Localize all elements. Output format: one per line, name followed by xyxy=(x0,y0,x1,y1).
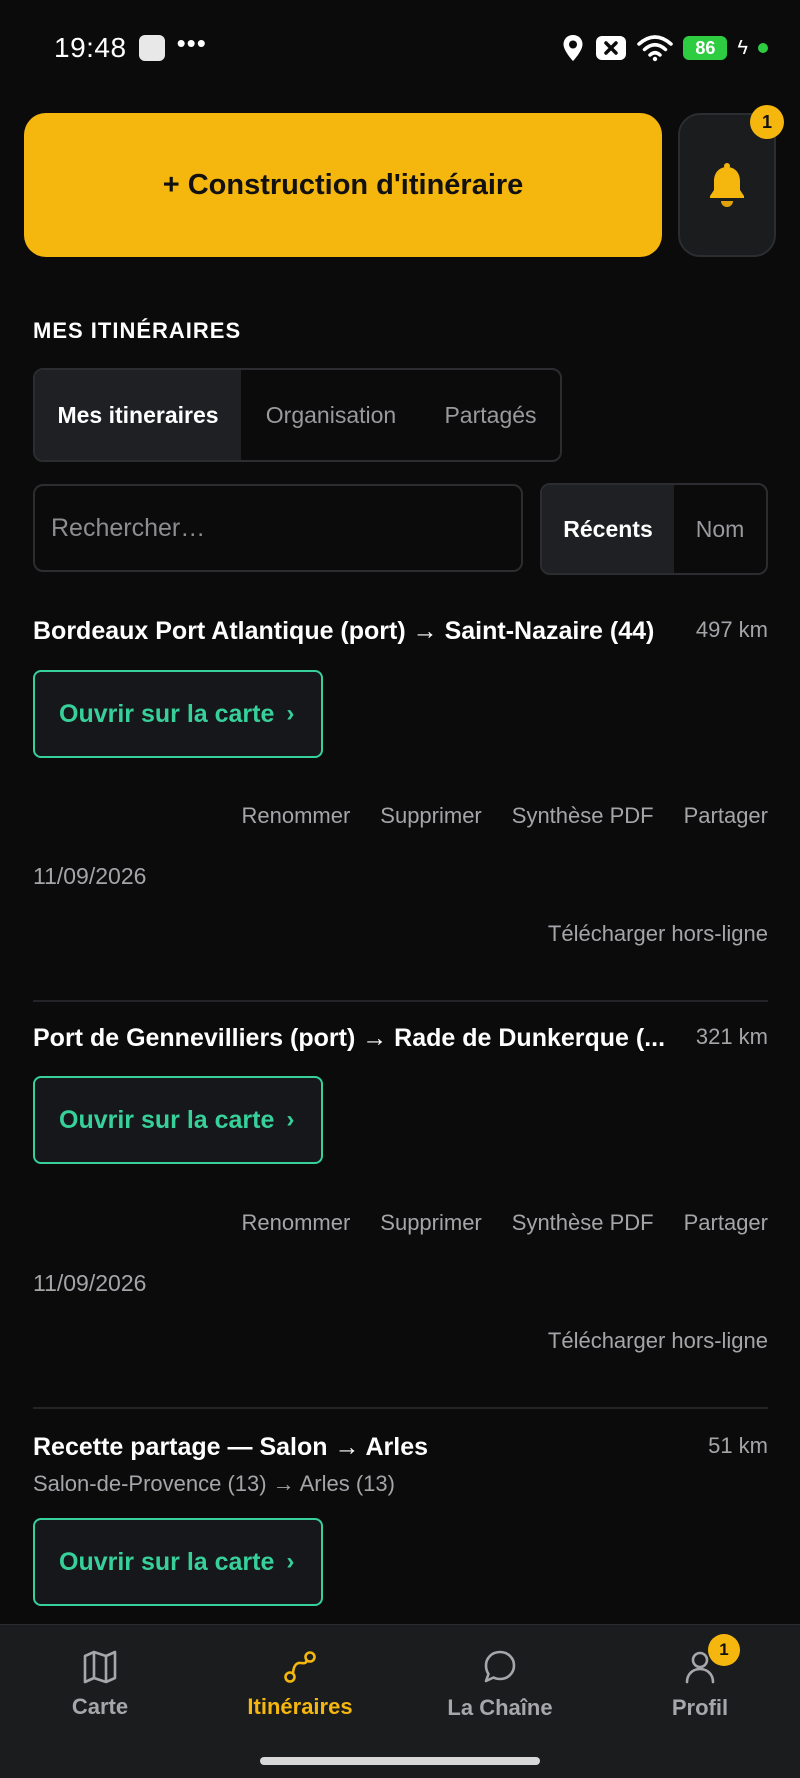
route-actions: Renommer Supprimer Synthèse PDF Partager xyxy=(241,803,768,829)
rename-link[interactable]: Renommer xyxy=(241,803,350,829)
route-divider xyxy=(33,1407,768,1409)
open-on-map-button[interactable]: Ouvrir sur la carte › xyxy=(33,670,323,758)
chevron-right-icon: › xyxy=(286,700,295,727)
battery-indicator: 86 xyxy=(683,36,728,60)
tab-organisation[interactable]: Organisation xyxy=(241,370,421,460)
chat-bubble-icon xyxy=(484,1650,516,1683)
nav-profil[interactable]: Profil xyxy=(600,1625,800,1745)
status-bar: 19:48 ••• 86 ϟ xyxy=(0,0,800,96)
route-card: Recette partage — Salon → Arles 51 km Sa… xyxy=(33,1433,768,1613)
blocked-sim-icon xyxy=(596,36,627,60)
profile-badge: 1 xyxy=(708,1634,740,1666)
bottom-navigation: Carte Itinéraires La Chaîne Profil xyxy=(0,1624,800,1778)
nav-label: Itinéraires xyxy=(247,1694,353,1719)
wifi-icon xyxy=(637,35,674,62)
tab-mes-itineraires[interactable]: Mes itineraires xyxy=(35,370,241,460)
open-on-map-label: Ouvrir sur la carte xyxy=(59,699,275,728)
notification-count-badge: 1 xyxy=(750,105,784,139)
status-right: 86 ϟ xyxy=(561,34,768,62)
delete-link[interactable]: Supprimer xyxy=(380,1210,481,1236)
route-title: Port de Gennevilliers (port) → Rade de D… xyxy=(33,1024,666,1052)
route-distance: 321 km xyxy=(695,1024,768,1049)
build-itinerary-button[interactable]: + Construction d'itinéraire xyxy=(24,113,662,257)
bell-icon xyxy=(710,163,744,207)
nav-label: La Chaîne xyxy=(447,1695,553,1720)
sort-recent-option[interactable]: Récents xyxy=(542,485,674,573)
more-notifications-icon: ••• xyxy=(176,27,207,58)
map-icon xyxy=(83,1650,117,1684)
route-card: Bordeaux Port Atlantique (port) → Saint-… xyxy=(33,617,768,1002)
location-icon xyxy=(563,35,583,61)
home-indicator[interactable] xyxy=(260,1757,540,1765)
section-title: MES ITINÉRAIRES xyxy=(33,318,242,343)
route-title: Recette partage — Salon → Arles xyxy=(33,1433,429,1461)
route-icon xyxy=(284,1651,316,1683)
itinerary-tabs: Mes itineraires Organisation Partagés xyxy=(33,368,562,462)
tab-partages[interactable]: Partagés xyxy=(421,370,560,460)
app-notification-icon xyxy=(138,35,165,61)
rename-link[interactable]: Renommer xyxy=(241,1210,350,1236)
chevron-right-icon: › xyxy=(286,1106,295,1133)
delete-link[interactable]: Supprimer xyxy=(380,803,481,829)
pdf-summary-link[interactable]: Synthèse PDF xyxy=(512,803,654,829)
route-actions: Renommer Supprimer Synthèse PDF Partager xyxy=(241,1210,768,1236)
sort-name-option[interactable]: Nom xyxy=(674,485,766,573)
charging-icon: ϟ xyxy=(737,36,748,59)
chevron-right-icon: › xyxy=(286,1548,295,1575)
open-on-map-button[interactable]: Ouvrir sur la carte › xyxy=(33,1076,323,1164)
open-on-map-button[interactable]: Ouvrir sur la carte › xyxy=(33,1518,323,1606)
search-field xyxy=(33,484,523,572)
share-link[interactable]: Partager xyxy=(684,803,768,829)
route-date: 11/09/2026 xyxy=(33,863,147,889)
sort-toggle: Récents Nom xyxy=(540,483,768,575)
route-divider xyxy=(33,1000,768,1002)
download-offline-link[interactable]: Télécharger hors-ligne xyxy=(548,1328,768,1354)
route-distance: 51 km xyxy=(708,1433,768,1458)
nav-carte[interactable]: Carte xyxy=(0,1625,200,1745)
nav-label: Profil xyxy=(671,1695,729,1720)
route-date: 11/09/2026 xyxy=(33,1270,147,1296)
status-time: 19:48 xyxy=(54,32,127,63)
privacy-indicator-icon xyxy=(758,43,768,53)
status-left: 19:48 ••• xyxy=(54,28,207,64)
download-offline-link[interactable]: Télécharger hors-ligne xyxy=(548,921,768,947)
nav-label: Carte xyxy=(71,1694,129,1719)
pdf-summary-link[interactable]: Synthèse PDF xyxy=(512,1210,654,1236)
share-link[interactable]: Partager xyxy=(684,1210,768,1236)
route-distance: 497 km xyxy=(695,617,768,642)
route-subtitle: Salon-de-Provence (13) → Arles (13) xyxy=(33,1471,395,1496)
route-title: Bordeaux Port Atlantique (port) → Saint-… xyxy=(33,617,655,645)
search-input[interactable] xyxy=(51,513,521,543)
nav-la-chaine[interactable]: La Chaîne xyxy=(400,1625,600,1745)
route-card: Port de Gennevilliers (port) → Rade de D… xyxy=(33,1024,768,1409)
open-on-map-label: Ouvrir sur la carte xyxy=(59,1105,275,1134)
nav-itineraires[interactable]: Itinéraires xyxy=(200,1625,400,1745)
open-on-map-label: Ouvrir sur la carte xyxy=(59,1547,275,1576)
